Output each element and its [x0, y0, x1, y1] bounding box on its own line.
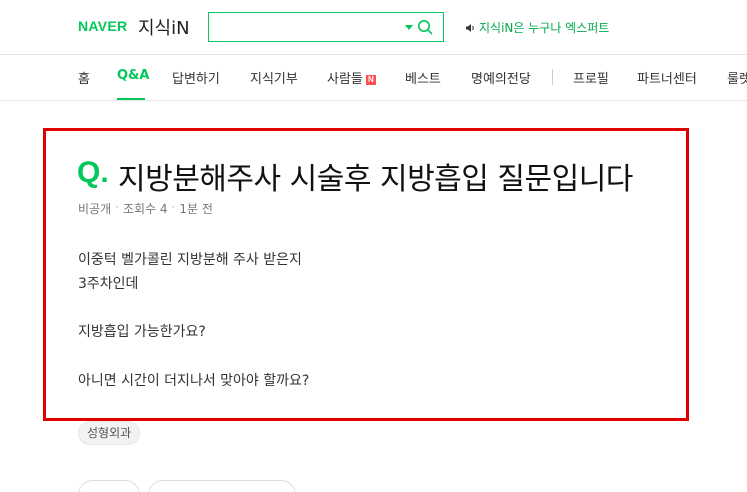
question-body-line: 3주차인데 [78, 276, 139, 292]
tab-divider [552, 69, 553, 85]
search-input[interactable] [208, 12, 444, 42]
speaker-icon [466, 23, 474, 32]
action-button[interactable] [148, 480, 296, 492]
question-title: 지방분해주사 시술후 지방흡입 질문입니다 [118, 162, 633, 197]
naver-logo[interactable]: NAVER [78, 18, 127, 34]
expert-notice-link[interactable]: 지식iN은 누구나 엑스퍼트 [465, 19, 609, 36]
tab-answer[interactable]: 답변하기 [172, 68, 220, 87]
question-meta: 비공개 · 조회수 4 · 1분 전 [78, 200, 213, 217]
tab-partner-center[interactable]: 파트너센터 [637, 68, 697, 87]
category-tag[interactable]: 성형외과 [78, 421, 141, 445]
tab-people[interactable]: 사람들 N [327, 68, 376, 87]
main-nav-tabs: 홈 Q&A 답변하기 지식기부 사람들 N 베스트 명예의전당 프로필 파트너센터… [0, 55, 747, 100]
question-views: 조회수 4 [122, 202, 168, 216]
question-body-line: 아니면 시간이 더지나서 맞아야 할까요? [78, 373, 310, 389]
question-mark-icon: Q. [77, 156, 109, 189]
search-icon[interactable] [417, 19, 433, 35]
tab-roulette[interactable]: 룰렛 [727, 68, 747, 87]
header: NAVER 지식iN 지식iN은 누구나 엑스퍼트 [0, 0, 747, 54]
tab-hall-of-fame[interactable]: 명예의전당 [471, 68, 531, 87]
question-author: 비공개 [78, 202, 112, 216]
meta-separator: · [115, 200, 119, 214]
search-dropdown-icon[interactable] [405, 25, 413, 30]
notice-text[interactable]: 지식iN은 누구나 엑스퍼트 [479, 19, 609, 36]
tab-donate[interactable]: 지식기부 [250, 68, 298, 87]
question-time: 1분 전 [179, 202, 213, 216]
tab-profile[interactable]: 프로필 [573, 68, 609, 87]
tabs-divider [0, 100, 747, 101]
action-button[interactable] [78, 480, 140, 492]
tab-people-label: 사람들 [327, 72, 363, 87]
kin-logo[interactable]: 지식iN [138, 14, 190, 40]
new-badge: N [365, 75, 376, 85]
question-body-line: 지방흡입 가능한가요? [78, 324, 206, 340]
meta-separator: · [171, 200, 176, 214]
tab-qna[interactable]: Q&A [117, 68, 149, 83]
tab-home[interactable]: 홈 [78, 68, 90, 87]
tab-best[interactable]: 베스트 [405, 68, 441, 87]
question-body-line: 이중턱 벨가콜린 지방분해 주사 받은지 [78, 252, 302, 268]
